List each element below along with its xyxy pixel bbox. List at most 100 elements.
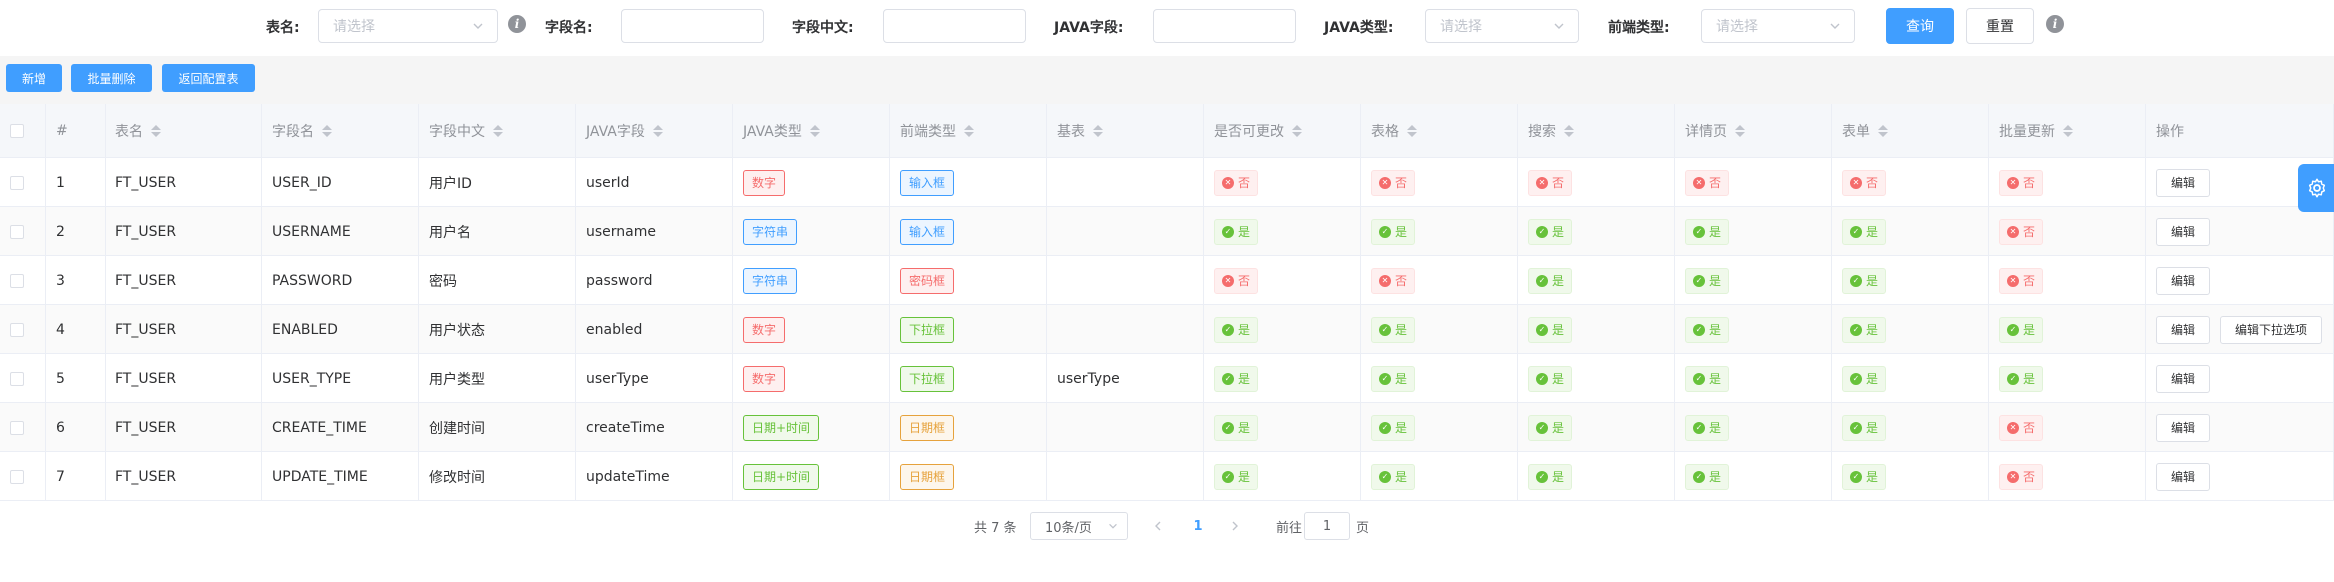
flag-label: 是 bbox=[2023, 323, 2036, 337]
prev-page-button[interactable] bbox=[1148, 510, 1168, 542]
cell-java-field: createTime bbox=[576, 403, 733, 452]
cell-text: PASSWORD bbox=[272, 272, 353, 289]
field-name-input[interactable] bbox=[621, 9, 764, 43]
page-number-current[interactable]: 1 bbox=[1186, 510, 1210, 542]
close-circle-icon: ✕ bbox=[2007, 421, 2019, 434]
cell-field-cn: 创建时间 bbox=[419, 403, 576, 452]
sort-caret-icon[interactable] bbox=[151, 125, 161, 137]
edit-dropdown-options-button[interactable]: 编辑下拉选项 bbox=[2220, 315, 2323, 344]
cell-field-name: UPDATE_TIME bbox=[262, 452, 419, 501]
row-checkbox[interactable] bbox=[10, 175, 24, 190]
cell-text: USERNAME bbox=[272, 223, 351, 240]
table-name-select[interactable]: 请选择 bbox=[318, 9, 498, 43]
sort-caret-icon[interactable] bbox=[809, 125, 820, 137]
cell-index: 5 bbox=[46, 354, 106, 403]
edit-button[interactable]: 编辑 bbox=[2156, 217, 2211, 246]
edit-button[interactable]: 编辑 bbox=[2156, 364, 2211, 393]
sort-caret-icon[interactable] bbox=[1407, 125, 1417, 137]
next-page-button[interactable] bbox=[1225, 510, 1245, 542]
sort-caret-icon[interactable] bbox=[322, 125, 332, 137]
chevron-down-icon bbox=[473, 23, 483, 29]
form-flag: ✓ 是 bbox=[1842, 463, 1887, 490]
check-circle-icon: ✓ bbox=[1536, 323, 1548, 336]
goto-prefix: 前往 bbox=[1276, 520, 1303, 536]
sort-caret-icon[interactable] bbox=[2063, 125, 2073, 137]
cell-actions: 编辑 bbox=[2146, 452, 2334, 501]
cell-search: ✓ 是 bbox=[1518, 207, 1675, 256]
header-grid[interactable]: 表格 bbox=[1361, 104, 1518, 158]
select-all-checkbox[interactable] bbox=[10, 124, 24, 138]
cell-frontend-type: 输入框 bbox=[890, 158, 1047, 207]
header-label: JAVA类型 bbox=[743, 124, 802, 140]
batch-delete-button[interactable]: 批量删除 bbox=[71, 64, 152, 92]
chevron-left-icon bbox=[1155, 521, 1161, 531]
frontend-type-select[interactable]: 请选择 bbox=[1701, 9, 1855, 43]
header-java-type[interactable]: JAVA类型 bbox=[733, 104, 890, 158]
cell-editable: ✓ 是 bbox=[1204, 354, 1361, 403]
header-table-name[interactable]: 表名 bbox=[105, 104, 262, 158]
cell-text: 密码 bbox=[429, 273, 457, 290]
cell-detail: ✓ 是 bbox=[1675, 207, 1832, 256]
grid-flag: ✕ 否 bbox=[1371, 169, 1416, 196]
back-to-config-button[interactable]: 返回配置表 bbox=[162, 64, 255, 92]
frontend-type-tag: 密码框 bbox=[900, 267, 955, 294]
page-size-select[interactable]: 10条/页 bbox=[1030, 512, 1128, 540]
edit-button[interactable]: 编辑 bbox=[2156, 168, 2211, 197]
sort-caret-icon[interactable] bbox=[964, 125, 974, 137]
cell-frontend-type: 日期框 bbox=[890, 403, 1047, 452]
cell-form: ✓ 是 bbox=[1832, 256, 1989, 305]
grid-flag: ✓ 是 bbox=[1371, 218, 1416, 245]
sort-caret-icon[interactable] bbox=[652, 125, 663, 137]
sort-caret-icon[interactable] bbox=[1564, 125, 1574, 137]
row-checkbox[interactable] bbox=[10, 420, 24, 435]
header-batch-update[interactable]: 批量更新 bbox=[1989, 104, 2146, 158]
cell-batch-update: ✕ 否 bbox=[1989, 403, 2146, 452]
cell-field-cn: 密码 bbox=[419, 256, 576, 305]
header-field-cn[interactable]: 字段中文 bbox=[419, 104, 576, 158]
info-icon[interactable]: i bbox=[508, 15, 526, 33]
java-type-select[interactable]: 请选择 bbox=[1425, 9, 1579, 43]
header-base-table[interactable]: 基表 bbox=[1047, 104, 1204, 158]
table-header: # 表名 字段名 字段中文 JAVA字段 JAVA类型 前端类型 基表 是否可更改 表格 搜索 详情页… bbox=[0, 104, 2334, 158]
reset-button[interactable]: 重置 bbox=[1966, 8, 2034, 44]
cell-base-table bbox=[1047, 207, 1204, 256]
cell-text: enabled bbox=[586, 321, 643, 338]
header-java-field[interactable]: JAVA字段 bbox=[576, 104, 733, 158]
edit-button[interactable]: 编辑 bbox=[2156, 413, 2211, 442]
java-type-tag: 数字 bbox=[743, 169, 786, 196]
frontend-type-tag: 输入框 bbox=[900, 169, 955, 196]
header-field-name[interactable]: 字段名 bbox=[262, 104, 419, 158]
java-type-label: JAVA类型: bbox=[1324, 20, 1394, 36]
java-field-input[interactable] bbox=[1153, 9, 1296, 43]
settings-button[interactable] bbox=[2298, 164, 2334, 212]
header-form[interactable]: 表单 bbox=[1832, 104, 1989, 158]
sort-caret-icon[interactable] bbox=[493, 125, 503, 137]
row-checkbox[interactable] bbox=[10, 371, 24, 386]
field-cn-input[interactable] bbox=[883, 9, 1026, 43]
row-checkbox[interactable] bbox=[10, 273, 24, 288]
cell-java-type: 数字 bbox=[733, 305, 890, 354]
info-icon[interactable]: i bbox=[2046, 15, 2064, 33]
sort-caret-icon[interactable] bbox=[1292, 125, 1302, 137]
sort-caret-icon[interactable] bbox=[1878, 125, 1888, 137]
flag-label: 否 bbox=[1709, 176, 1722, 190]
header-detail[interactable]: 详情页 bbox=[1675, 104, 1832, 158]
cell-grid: ✓ 是 bbox=[1361, 452, 1518, 501]
add-button[interactable]: 新增 bbox=[6, 64, 62, 92]
edit-button[interactable]: 编辑 bbox=[2156, 315, 2211, 344]
sort-caret-icon[interactable] bbox=[1093, 125, 1103, 137]
row-checkbox[interactable] bbox=[10, 224, 24, 239]
header-editable[interactable]: 是否可更改 bbox=[1204, 104, 1361, 158]
header-search[interactable]: 搜索 bbox=[1518, 104, 1675, 158]
edit-button[interactable]: 编辑 bbox=[2156, 266, 2211, 295]
header-frontend-type[interactable]: 前端类型 bbox=[890, 104, 1047, 158]
goto-page-input[interactable]: 1 bbox=[1304, 512, 1350, 540]
row-checkbox[interactable] bbox=[10, 469, 24, 484]
query-button[interactable]: 查询 bbox=[1886, 8, 1954, 44]
cell-index: 1 bbox=[46, 158, 106, 207]
sort-caret-icon[interactable] bbox=[1735, 125, 1745, 137]
detail-flag: ✓ 是 bbox=[1685, 267, 1730, 294]
close-circle-icon: ✕ bbox=[2007, 225, 2019, 238]
row-checkbox[interactable] bbox=[10, 322, 24, 337]
edit-button[interactable]: 编辑 bbox=[2156, 462, 2211, 491]
